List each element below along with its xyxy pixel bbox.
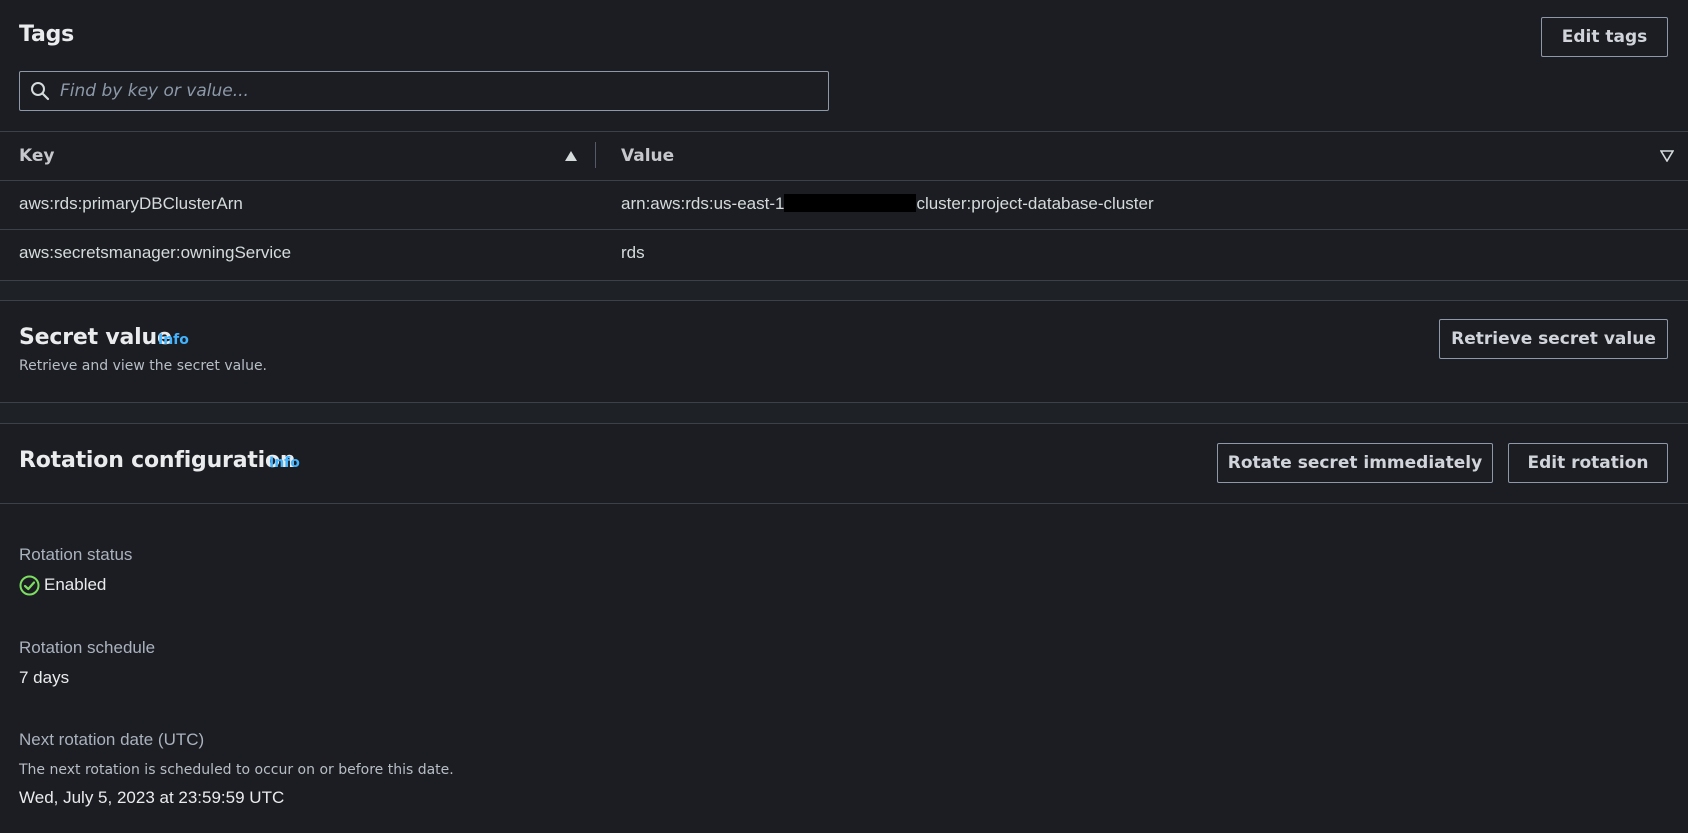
secret-value-description: Retrieve and view the secret value. (19, 358, 268, 374)
rotation-title: Rotation configuration (19, 448, 296, 473)
rotation-header-divider (0, 503, 1688, 504)
tags-search-input[interactable] (60, 81, 828, 101)
rotation-schedule-value: 7 days (19, 668, 70, 687)
table-row-key: aws:rds:primaryDBClusterArn (19, 194, 243, 213)
next-rotation-value: Wed, July 5, 2023 at 23:59:59 UTC (19, 788, 285, 807)
sort-ascending-icon[interactable] (564, 150, 578, 162)
rotation-top-divider (0, 423, 1688, 424)
column-header-value[interactable]: Value (621, 146, 674, 166)
tags-search[interactable] (19, 71, 829, 111)
secret-top-divider (0, 300, 1688, 301)
column-header-key[interactable]: Key (19, 146, 55, 166)
arn-suffix: cluster:project-database-cluster (916, 194, 1154, 213)
rotate-secret-immediately-button[interactable]: Rotate secret immediately (1217, 443, 1493, 483)
column-separator (595, 142, 596, 168)
table-row-value: rds (621, 243, 645, 262)
section-gap (0, 403, 1688, 423)
row-divider (0, 229, 1688, 230)
search-icon (31, 82, 50, 101)
rotation-status-label: Rotation status (19, 545, 133, 564)
secret-details-page: Tags Edit tags Key Value aws:rds:primary… (0, 0, 1688, 833)
rotation-info-link[interactable]: Info (269, 455, 300, 471)
next-rotation-label: Next rotation date (UTC) (19, 730, 205, 749)
rotation-schedule-label: Rotation schedule (19, 638, 156, 657)
secret-value-title: Secret value (19, 325, 172, 350)
tags-title: Tags (19, 22, 75, 47)
rotation-status-value: Enabled (44, 575, 107, 594)
success-check-icon (19, 575, 40, 596)
table-top-divider (0, 131, 1688, 132)
table-row-value: arn:aws:rds:us-east-1 cluster:project-dat… (621, 194, 1154, 214)
edit-tags-button[interactable]: Edit tags (1541, 17, 1668, 57)
arn-prefix: arn:aws:rds:us-east-1 (621, 194, 785, 213)
retrieve-secret-value-button[interactable]: Retrieve secret value (1439, 319, 1668, 359)
table-row-key: aws:secretsmanager:owningService (19, 243, 292, 262)
redacted-block (784, 194, 917, 212)
sort-descending-icon[interactable] (1660, 150, 1674, 162)
table-header-divider (0, 180, 1688, 181)
next-rotation-description: The next rotation is scheduled to occur … (19, 762, 454, 778)
section-gap (0, 281, 1688, 300)
edit-rotation-button[interactable]: Edit rotation (1508, 443, 1668, 483)
secret-value-info-link[interactable]: Info (158, 332, 189, 348)
